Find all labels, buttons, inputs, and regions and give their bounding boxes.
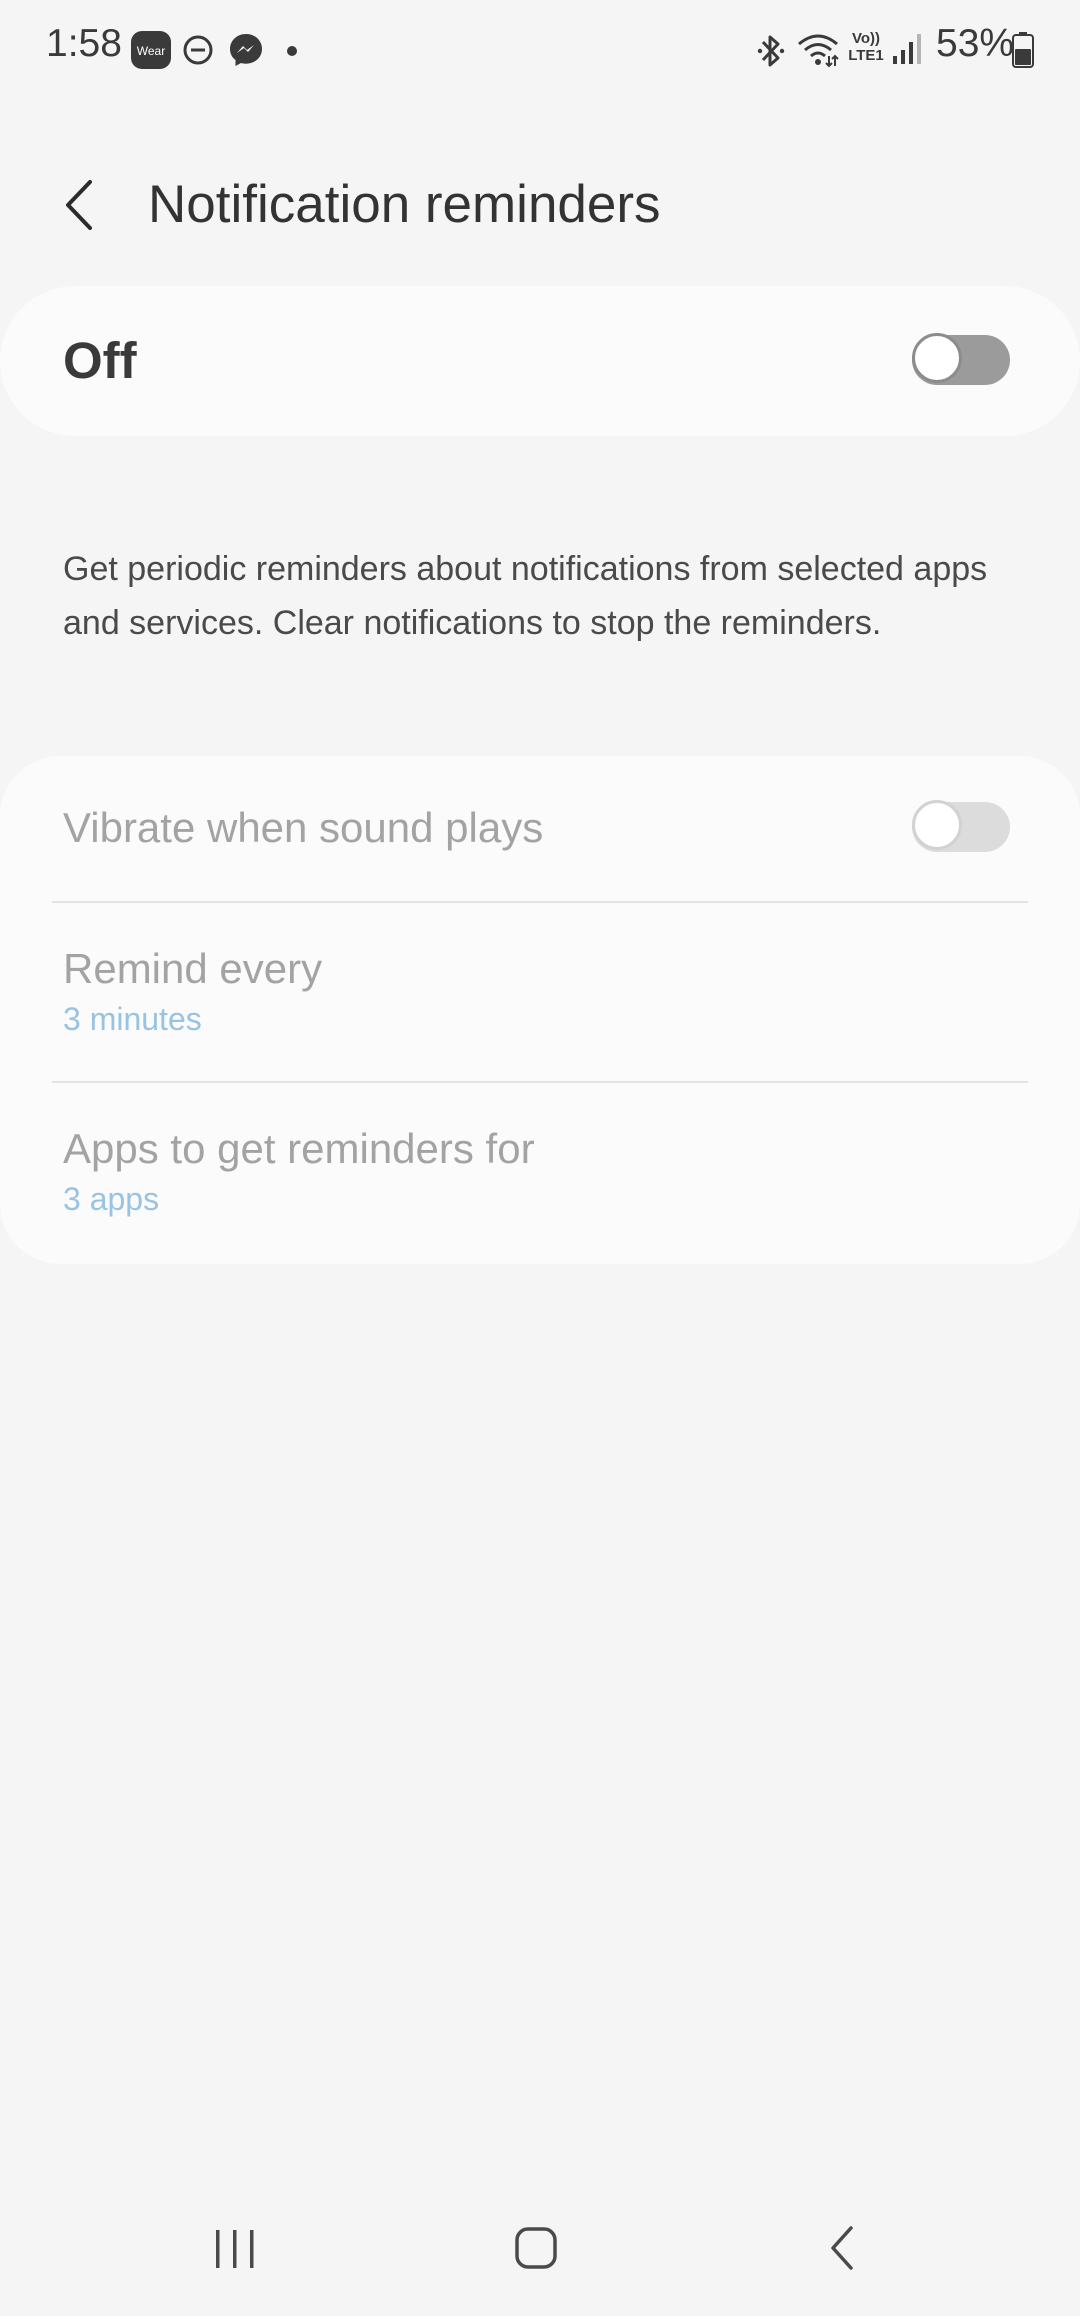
volte-icon: Vo)) LTE1 <box>844 30 888 70</box>
signal-strength-icon <box>892 32 922 71</box>
messenger-icon <box>228 32 264 73</box>
do-not-disturb-icon <box>182 34 214 71</box>
bluetooth-icon <box>756 32 786 75</box>
feature-description: Get periodic reminders about notificatio… <box>63 550 988 642</box>
remind-every-row[interactable]: Remind every 3 minutes <box>0 903 1080 1081</box>
home-button[interactable] <box>491 2206 581 2286</box>
home-icon <box>515 2227 557 2269</box>
remind-every-label: Remind every <box>63 945 323 992</box>
status-time: 1:58 <box>46 22 122 65</box>
more-notifications-dot-icon <box>286 44 298 62</box>
recent-apps-button[interactable] <box>190 2206 280 2286</box>
apps-label: Apps to get reminders for <box>63 1125 535 1172</box>
battery-icon <box>1012 32 1034 73</box>
apps-row[interactable]: Apps to get reminders for 3 apps <box>0 1083 1080 1263</box>
lte-label: LTE1 <box>848 47 884 64</box>
remind-every-value: 3 minutes <box>63 1001 202 1037</box>
back-nav-button[interactable] <box>796 2206 886 2286</box>
wear-app-icon: Wear <box>131 31 171 74</box>
back-arrow-icon <box>66 180 92 230</box>
vibrate-toggle-switch[interactable] <box>912 800 1010 852</box>
toggle-knob <box>912 333 962 383</box>
app-header: Notification reminders <box>0 150 1080 260</box>
wear-icon-text: Wear <box>137 44 165 58</box>
system-navigation-bar <box>0 2176 1080 2316</box>
battery-percent: 53% <box>936 22 1015 65</box>
page-title: Notification reminders <box>148 175 661 234</box>
master-toggle-switch[interactable] <box>912 333 1010 385</box>
recent-apps-icon <box>216 2230 254 2268</box>
toggle-knob <box>912 800 962 850</box>
volte-label: Vo)) <box>851 30 881 47</box>
apps-value: 3 apps <box>63 1181 160 1217</box>
back-nav-icon <box>831 2226 853 2270</box>
status-bar: 1:58 Wear Vo)) LTE1 53% <box>0 0 1080 100</box>
master-toggle-label: Off <box>63 332 137 389</box>
wifi-icon <box>796 32 840 73</box>
back-button[interactable] <box>52 170 112 240</box>
vibrate-label: Vibrate when sound plays <box>63 804 544 851</box>
